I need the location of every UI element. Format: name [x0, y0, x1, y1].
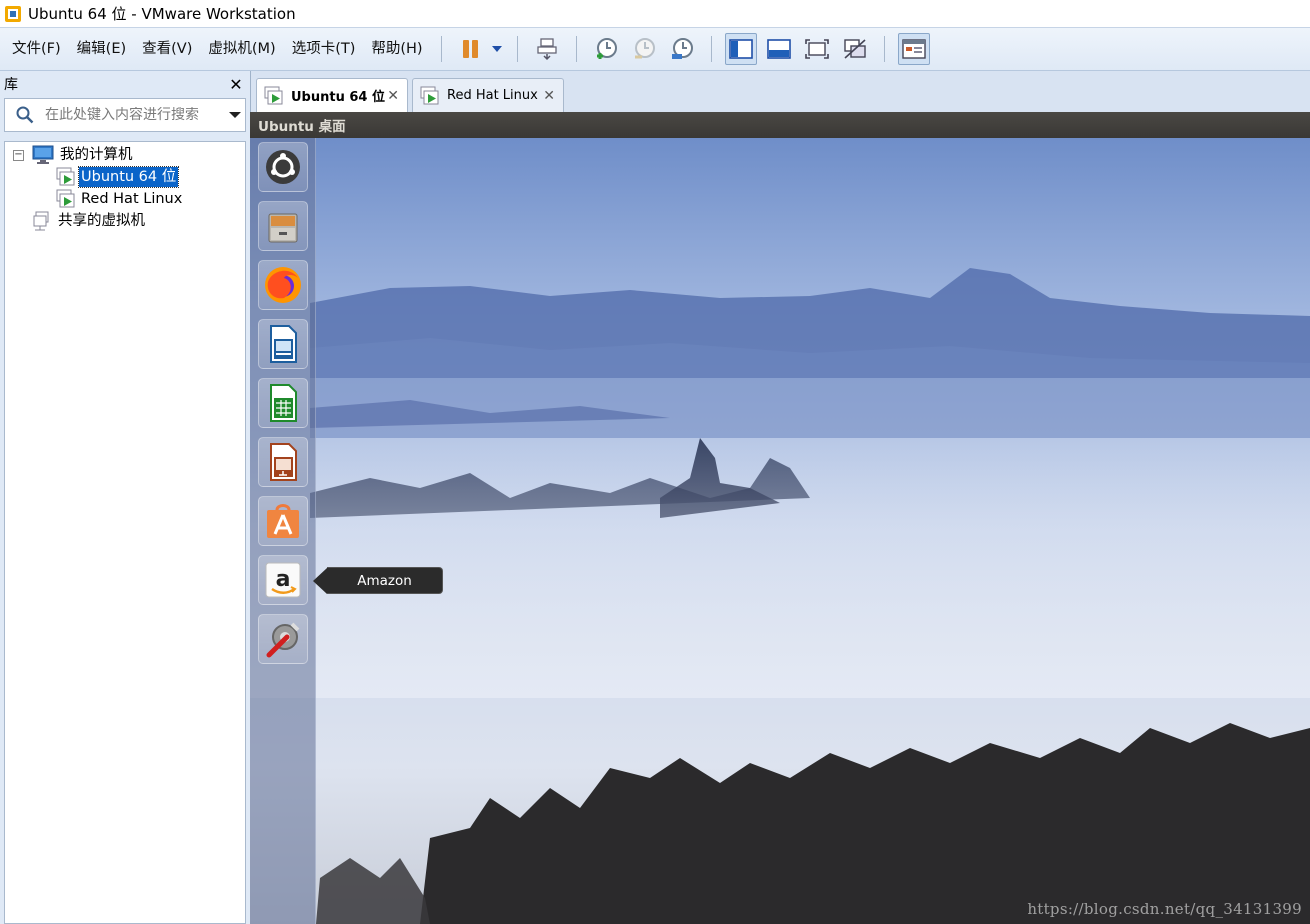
thumbnail-view-button[interactable]: [897, 33, 930, 65]
shared-vms-icon: [33, 211, 49, 231]
vm-running-icon: [420, 86, 439, 104]
fullscreen-icon: [804, 39, 829, 59]
pause-button[interactable]: [455, 33, 487, 65]
unity-icon: [843, 39, 866, 59]
vm-running-icon: [56, 189, 75, 208]
software-center-icon: [267, 504, 299, 538]
tree-label-shared-vms: 共享的虚拟机: [58, 213, 145, 229]
launcher-calc-button[interactable]: [258, 378, 308, 428]
desktop-wallpaper: [250, 138, 1310, 924]
library-view-icon: [728, 39, 753, 59]
tree-item-shared-vms[interactable]: 共享的虚拟机: [32, 210, 147, 232]
toolbar-separator: [883, 36, 885, 62]
dropdown-arrow-icon: [491, 46, 502, 52]
svg-text:a: a: [276, 567, 291, 592]
ubuntu-dash-icon: [266, 150, 300, 184]
launcher-firefox-button[interactable]: [258, 260, 308, 310]
computer-icon: [32, 145, 54, 164]
launcher-impress-button[interactable]: [258, 437, 308, 487]
console-view-button[interactable]: [763, 33, 795, 65]
tree-label-ubuntu: Ubuntu 64 位: [77, 166, 180, 188]
ubuntu-launcher: a: [250, 138, 316, 924]
tree-label-my-computer: 我的计算机: [60, 147, 133, 163]
tree-item-ubuntu[interactable]: Ubuntu 64 位: [55, 166, 180, 188]
system-settings-icon: [266, 622, 300, 658]
snapshot-take-button[interactable]: [590, 33, 622, 65]
vm-tab-strip: Ubuntu 64 位 ✕ Red Hat Linux ✕: [250, 71, 1310, 112]
tab-ubuntu-label: Ubuntu 64 位: [291, 90, 385, 105]
menu-vm[interactable]: 虚拟机(M): [200, 34, 283, 64]
toolbar-separator: [710, 36, 712, 62]
ubuntu-panel-title: Ubuntu 桌面: [258, 119, 346, 135]
library-header: 库 ✕: [0, 71, 250, 97]
toolbar-separator: [575, 36, 577, 62]
fullscreen-button[interactable]: [801, 33, 833, 65]
window-title: Ubuntu 64 位 - VMware Workstation: [28, 5, 296, 23]
toolbar-separator: [516, 36, 518, 62]
launcher-writer-button[interactable]: [258, 319, 308, 369]
launcher-files-button[interactable]: [258, 201, 308, 251]
libreoffice-impress-icon: [270, 443, 297, 481]
menu-view[interactable]: 查看(V): [134, 34, 200, 64]
menu-edit[interactable]: 编辑(E): [69, 34, 134, 64]
launcher-settings-button[interactable]: [258, 614, 308, 664]
title-bar: Ubuntu 64 位 - VMware Workstation: [0, 0, 1310, 27]
snapshot-revert-icon: [634, 38, 655, 59]
tab-redhat[interactable]: Red Hat Linux ✕: [412, 78, 564, 112]
menu-file[interactable]: 文件(F): [0, 34, 69, 64]
firefox-icon: [265, 267, 301, 303]
library-title: 库: [4, 77, 18, 93]
library-search-box: [4, 98, 246, 132]
send-ctrl-alt-del-icon: [536, 38, 557, 61]
search-icon: [11, 106, 39, 124]
tab-close-icon[interactable]: ✕: [387, 88, 399, 104]
pause-icon: [462, 40, 478, 58]
tab-close-icon[interactable]: ✕: [543, 88, 555, 104]
thumbnail-view-icon: [901, 39, 926, 59]
send-ctrl-alt-del-button[interactable]: [531, 33, 563, 65]
search-dropdown-icon[interactable]: [225, 111, 245, 119]
files-icon: [268, 213, 298, 243]
launcher-amazon-button[interactable]: a: [258, 555, 308, 605]
tree-item-redhat[interactable]: Red Hat Linux: [55, 188, 184, 210]
library-close-icon[interactable]: ✕: [228, 75, 244, 94]
library-panel: 库 ✕ − 我的计算机: [0, 71, 250, 924]
libreoffice-writer-icon: [270, 325, 297, 363]
tab-redhat-label: Red Hat Linux: [447, 88, 538, 103]
library-search-input[interactable]: [45, 107, 225, 123]
library-view-button[interactable]: [724, 33, 757, 65]
unity-button[interactable]: [839, 33, 871, 65]
pause-dropdown-button[interactable]: [490, 33, 504, 65]
vm-running-icon: [264, 86, 283, 104]
collapse-icon[interactable]: −: [13, 149, 24, 161]
toolbar-separator: [440, 36, 442, 62]
snapshot-manager-button[interactable]: [666, 33, 698, 65]
ubuntu-top-panel: Ubuntu 桌面: [250, 112, 1310, 138]
snapshot-revert-button[interactable]: [628, 33, 660, 65]
tooltip-text: Amazon: [327, 567, 443, 594]
snapshot-take-icon: [596, 38, 617, 59]
vm-running-icon: [56, 167, 75, 186]
launcher-dash-button[interactable]: [258, 142, 308, 192]
tree-item-my-computer[interactable]: − 我的计算机: [13, 144, 135, 166]
launcher-tooltip: Amazon: [313, 567, 443, 594]
menu-help[interactable]: 帮助(H): [363, 34, 430, 64]
menu-toolbar-bar: 文件(F) 编辑(E) 查看(V) 虚拟机(M) 选项卡(T) 帮助(H): [0, 27, 1310, 71]
library-tree: − 我的计算机 Ubuntu 64 位 Red Hat Linux 共享的虚拟机: [4, 141, 246, 924]
vm-console[interactable]: Ubuntu 桌面 a Amazon https://blog.csdn.net…: [250, 112, 1310, 924]
tab-ubuntu[interactable]: Ubuntu 64 位 ✕: [256, 78, 408, 112]
amazon-icon: a: [265, 562, 301, 598]
console-view-icon: [766, 39, 791, 59]
snapshot-manager-icon: [671, 38, 693, 59]
vmware-window: Ubuntu 64 位 - VMware Workstation 文件(F) 编…: [0, 0, 1310, 924]
watermark-text: https://blog.csdn.net/qq_34131399: [1027, 900, 1302, 918]
launcher-software-center-button[interactable]: [258, 496, 308, 546]
tree-label-redhat: Red Hat Linux: [81, 191, 183, 207]
menu-tabs[interactable]: 选项卡(T): [284, 34, 364, 64]
tooltip-arrow: [313, 567, 327, 594]
vmware-app-icon: [5, 5, 21, 22]
libreoffice-calc-icon: [270, 384, 297, 422]
